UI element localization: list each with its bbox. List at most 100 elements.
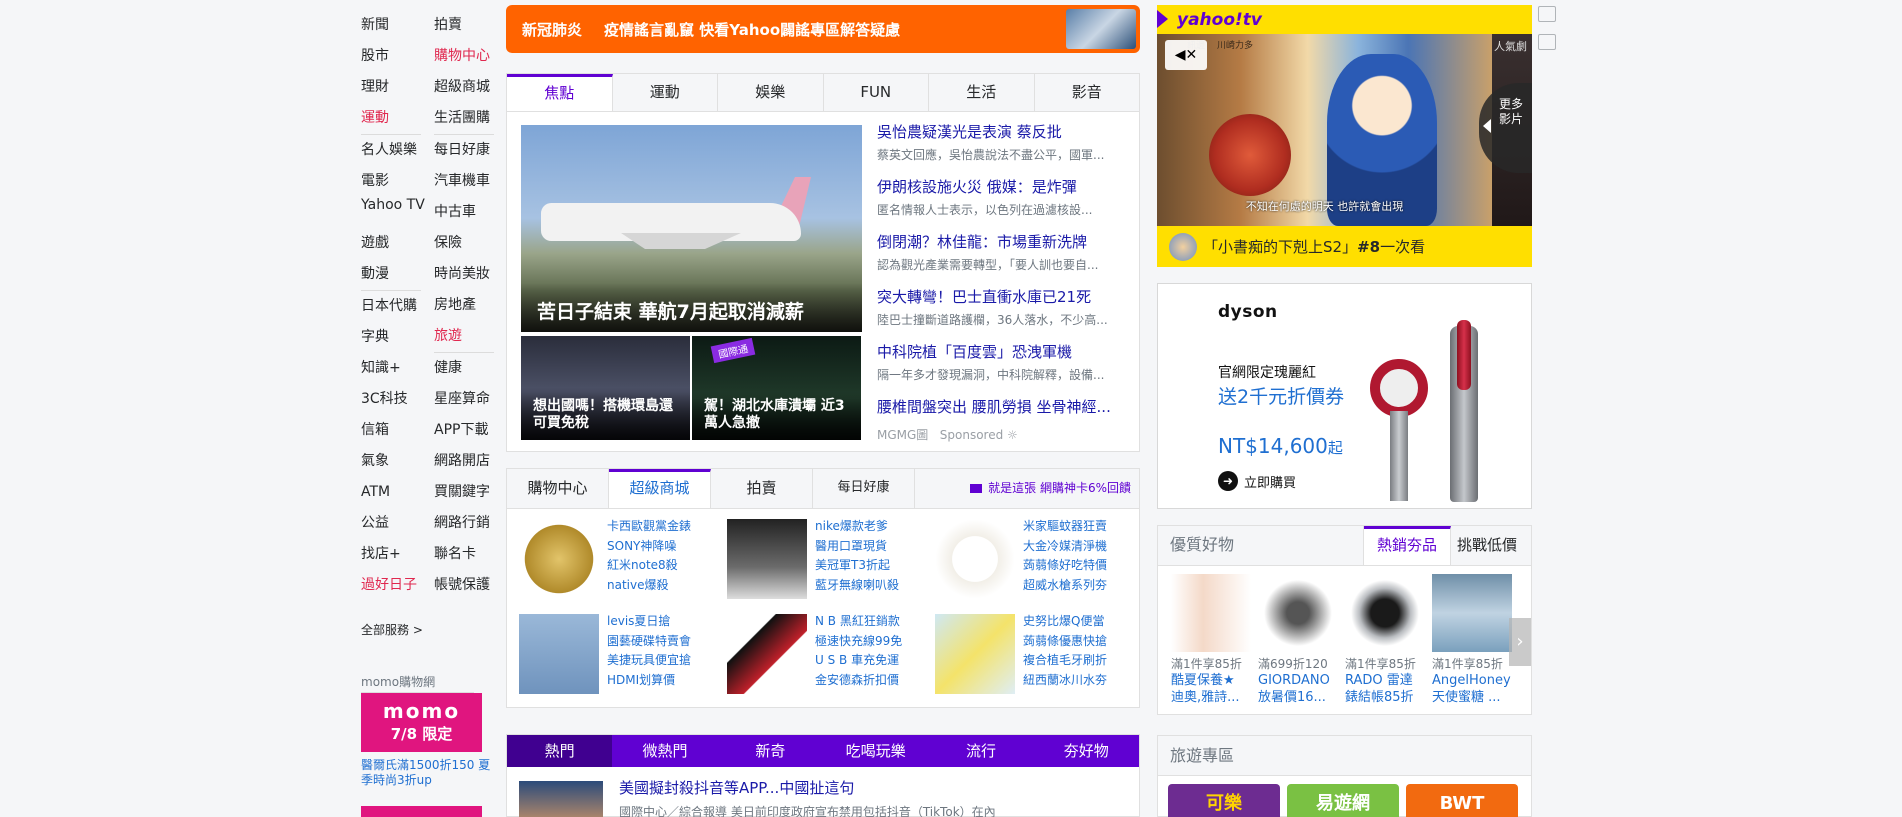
mute-button[interactable]: ◀✕ [1165, 40, 1207, 70]
deal-name-2[interactable]: 錶結帳85折 [1345, 689, 1425, 706]
tab-warm[interactable]: 微熱門 [612, 735, 717, 767]
deal-image[interactable] [1345, 574, 1425, 652]
nav-cars[interactable]: 汽車機車 [434, 166, 500, 197]
deal-name-2[interactable]: 迪奧,雅詩... [1171, 689, 1251, 706]
mosquito-lamp-image[interactable] [935, 519, 1015, 599]
tab-video[interactable]: 影音 [1035, 74, 1140, 111]
nav-app-download[interactable]: APP下載 [434, 415, 500, 446]
hot-item-title[interactable]: 美國擬封殺抖音等APP...中國扯這句 [619, 777, 854, 798]
momo-ad[interactable]: momo 7/8 限定 [361, 693, 482, 752]
tab-food-fun[interactable]: 吃喝玩樂 [823, 735, 928, 767]
video-player[interactable]: 訊邊 川崎力多 不知在何處的明天 也許就會出現 ◀✕ [1157, 34, 1492, 226]
product-link[interactable]: SONY神降噪 [607, 537, 707, 557]
headline-item[interactable]: 突大轉彎！巴士直衝水庫已21死 陸巴士撞斷道路護欄，36人落水，不少高... [877, 286, 1127, 341]
dyson-buy-button[interactable]: ➜ 立即購買 [1218, 471, 1296, 491]
tab-daily-deals[interactable]: 每日好康 [813, 469, 915, 508]
deal-image[interactable] [1432, 574, 1512, 652]
product-link[interactable]: 紐西蘭冰川水夯 [1023, 671, 1123, 691]
product-link[interactable]: 米家驅蚊器狂賣 [1023, 517, 1123, 537]
headline-title[interactable]: 倒閉潮？林佳龍：市場重新洗牌 [877, 231, 1127, 252]
product-link[interactable]: 史努比爆Q便當 [1023, 612, 1123, 632]
product-link[interactable]: U S B 車充免運 [815, 651, 915, 671]
nav-knowledge[interactable]: 知識+ [361, 353, 427, 384]
nav-shopping-center[interactable]: 購物中心 [434, 41, 500, 72]
nav-account-protection[interactable]: 帳號保護 [434, 570, 500, 601]
product-link[interactable]: HDMI划算價 [607, 671, 707, 691]
product-link[interactable]: 金安德森折扣價 [815, 671, 915, 691]
nav-daily-deals[interactable]: 每日好康 [434, 135, 500, 166]
headline-title[interactable]: 中科院植「百度雲」恐洩軍機 [877, 341, 1127, 362]
headline-item[interactable]: 伊朗核設施火災 俄媒：是炸彈 匿名情報人士表示，以色列在過濾核設... [877, 176, 1127, 231]
product-link[interactable]: 超威水槍系列夯 [1023, 576, 1123, 596]
tab-entertainment[interactable]: 娛樂 [718, 74, 824, 111]
nav-atm[interactable]: ATM [361, 477, 427, 508]
nav-open-store[interactable]: 網路開店 [434, 446, 500, 477]
gold-watch-image[interactable] [519, 519, 599, 599]
nav-japan-proxy[interactable]: 日本代購 [361, 291, 427, 322]
nav-celebrity[interactable]: 名人娛樂 [361, 135, 427, 166]
nav-anime[interactable]: 動漫 [361, 259, 427, 290]
nav-find-store[interactable]: 找店+ [361, 539, 427, 570]
tab-quality-goods[interactable]: 優質好物 [1158, 526, 1364, 565]
nb-sneaker-image[interactable] [727, 614, 807, 694]
momo-ad-2[interactable] [361, 806, 482, 817]
tab-super-mall[interactable]: 超級商城 [609, 469, 711, 508]
breaking-news-banner[interactable]: 新冠肺炎 疫情謠言亂竄 快看Yahoo闢謠專區解答疑慮 [506, 5, 1140, 53]
nav-auction[interactable]: 拍賣 [434, 10, 500, 41]
tab-low-price[interactable]: 挑戰低價 [1451, 526, 1531, 565]
headline-item[interactable]: 吳怡農疑漢光是表演 蔡反批 蔡英文回應，吳怡農說法不盡公平，國軍... [877, 121, 1127, 176]
deal-name-2[interactable]: 放暑價16... [1258, 689, 1338, 706]
tab-shopping-center[interactable]: 購物中心 [507, 469, 609, 508]
nav-news[interactable]: 新聞 [361, 10, 427, 41]
deal-name-2[interactable]: 天使蜜糖 ... [1432, 689, 1512, 706]
jeans-shorts-image[interactable] [519, 614, 599, 694]
feedback-icon[interactable] [1538, 6, 1556, 22]
product-link[interactable]: 美捷玩具便宜搶 [607, 651, 707, 671]
all-services-link[interactable]: 全部服務 > [361, 621, 423, 638]
headline-title[interactable]: 突大轉彎！巴士直衝水庫已21死 [877, 286, 1127, 307]
headline-title[interactable]: 伊朗核設施火災 俄媒：是炸彈 [877, 176, 1127, 197]
chevron-right-icon[interactable]: › [1509, 618, 1531, 666]
deal-item[interactable]: 滿1件享85折 RADO 雷達 錶結帳85折 [1345, 574, 1425, 706]
product-link[interactable]: levis夏日搶 [607, 612, 707, 632]
nav-finance[interactable]: 理財 [361, 72, 427, 103]
product-link[interactable]: 園藝硬碟特賣會 [607, 632, 707, 652]
nav-good-life[interactable]: 過好日子 [361, 570, 427, 601]
nav-tech[interactable]: 3C科技 [361, 384, 427, 415]
dyson-ad[interactable]: dyson 官網限定瑰麗紅 送2千元折價券 NT$14,600起 ➜ 立即購買 [1157, 283, 1532, 509]
nav-real-estate[interactable]: 房地產 [434, 290, 500, 321]
video-caption-link[interactable]: 「小書痴的下剋上S2」 #8 一次看 [1157, 226, 1532, 267]
yahoo-tv-header[interactable]: yahoo!tv [1157, 5, 1532, 34]
nav-marketing[interactable]: 網路行銷 [434, 508, 500, 539]
product-link[interactable]: 藍牙無線喇叭殺 [815, 576, 915, 596]
nav-travel[interactable]: 旅遊 [434, 321, 500, 352]
nav-group-buy[interactable]: 生活團購 [434, 103, 500, 134]
product-link[interactable]: 美冠軍T3折起 [815, 556, 915, 576]
tab-fun[interactable]: FUN [824, 74, 929, 111]
nav-insurance[interactable]: 保險 [434, 228, 500, 259]
nav-games[interactable]: 遊戲 [361, 228, 427, 259]
nav-movies[interactable]: 電影 [361, 166, 427, 197]
product-link[interactable]: 極速快充線99免 [815, 632, 915, 652]
momo-ad-text[interactable]: 醫爾氏滿1500折150 夏季時尚3折up [361, 758, 491, 788]
deal-item[interactable]: 滿1件享85折 AngelHoney 天使蜜糖 ... [1432, 574, 1512, 706]
nav-charity[interactable]: 公益 [361, 508, 427, 539]
travel-logo-eztravel[interactable]: 易遊網 [1287, 784, 1399, 817]
tab-novel[interactable]: 新奇 [718, 735, 823, 767]
tab-hot[interactable]: 熱門 [507, 735, 613, 767]
tab-hot-items[interactable]: 夯好物 [1034, 735, 1139, 767]
nav-dictionary[interactable]: 字典 [361, 322, 427, 353]
hot-item-thumbnail[interactable] [519, 781, 603, 817]
product-link[interactable]: 紅米note8殺 [607, 556, 707, 576]
travel-logo-bwt[interactable]: BWT [1406, 784, 1518, 817]
tv-icon[interactable] [1538, 34, 1556, 50]
nav-weather[interactable]: 氣象 [361, 446, 427, 477]
nav-astrology[interactable]: 星座算命 [434, 384, 500, 415]
deal-image[interactable] [1171, 574, 1251, 652]
product-link[interactable]: N B 黑紅狂銷款 [815, 612, 915, 632]
nav-cobrand-card[interactable]: 聯名卡 [434, 539, 500, 570]
hero-story[interactable]: 苦日子結束 華航7月起取消減薪 [521, 125, 862, 332]
nav-stock[interactable]: 股市 [361, 41, 427, 72]
deal-item[interactable]: 滿1件享85折 酷夏保養★ 迪奧,雅詩... [1171, 574, 1251, 706]
sub-story-1[interactable]: 想出國嗎！搭機環島還可買免稅 [521, 336, 690, 440]
